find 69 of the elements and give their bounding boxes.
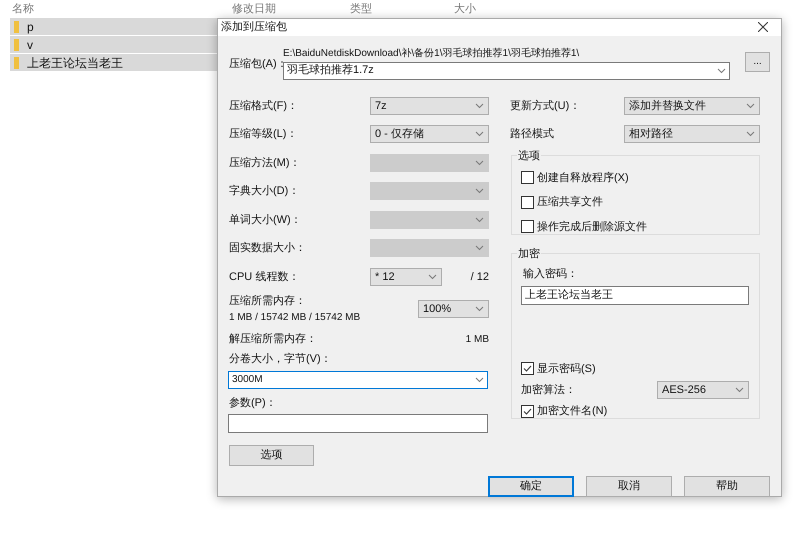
thread-total: / 12	[470, 270, 489, 284]
dropdown[interactable]: 0 - 仅存储	[370, 125, 489, 144]
checkbox[interactable]	[521, 404, 534, 418]
memory-detail: 1 MB / 15742 MB / 15742 MB	[229, 310, 360, 325]
checkbox[interactable]	[521, 362, 534, 376]
dialog-button[interactable]: 取消	[586, 476, 672, 497]
field-label: 固实数据大小：	[229, 240, 306, 256]
close-icon[interactable]	[758, 22, 768, 32]
volume-size-combobox[interactable]: 3000M	[228, 370, 488, 388]
dialog-button[interactable]: 帮助	[684, 476, 770, 497]
chevron-down-icon	[746, 131, 755, 138]
browse-button[interactable]: ...	[745, 52, 770, 72]
checkmark-icon	[523, 365, 532, 372]
folder-icon	[14, 38, 19, 50]
checkbox[interactable]	[521, 220, 534, 234]
checkbox-label: 操作完成后删除源文件	[537, 220, 647, 234]
column-header[interactable]: 类型	[350, 2, 454, 16]
chevron-down-icon	[475, 245, 484, 252]
field-label: 加密算法：	[521, 382, 576, 398]
chevron-down-icon	[475, 188, 484, 194]
memory-value: 1 MB	[466, 332, 489, 346]
field-label: 输入密码：	[523, 266, 579, 282]
field-label: 更新方式(U)：	[510, 98, 580, 114]
field-label: 压缩格式(F)：	[229, 98, 298, 114]
chevron-down-icon	[735, 387, 744, 393]
dropdown[interactable]: 相对路径	[624, 125, 760, 144]
dropdown[interactable]: AES-256	[657, 381, 749, 399]
checkbox-label: 创建自释放程序(X)	[537, 170, 629, 186]
field-label: 解压缩所需内存：	[229, 332, 317, 347]
archive-name-combobox[interactable]: 羽毛球拍推荐1.7z	[283, 62, 730, 80]
checkmark-icon	[523, 408, 532, 415]
checkbox-label: 加密文件名(N)	[537, 404, 608, 419]
options-button[interactable]: 选项	[229, 445, 314, 466]
column-header[interactable]: 修改日期	[232, 2, 350, 16]
field-label: 参数(P)：	[229, 396, 277, 408]
chevron-down-icon	[746, 102, 755, 109]
field-label: 字典大小(D)：	[229, 184, 300, 199]
checkbox[interactable]	[521, 196, 534, 209]
chevron-down-icon	[475, 306, 484, 312]
chevron-down-icon	[428, 274, 437, 280]
chevron-down-icon	[475, 376, 484, 382]
folder-icon	[14, 20, 19, 32]
chevron-down-icon	[475, 131, 484, 138]
checkbox-label: 压缩共享文件	[537, 194, 603, 210]
column-header[interactable]: 名称	[0, 2, 232, 16]
checkbox[interactable]	[521, 171, 534, 184]
dropdown[interactable]: 添加并替换文件	[624, 96, 760, 115]
field-label: 分卷大小，字节(V)：	[229, 353, 332, 365]
field-label: 单词大小(W)：	[229, 212, 302, 228]
dropdown[interactable]: 7z	[370, 96, 489, 115]
chevron-down-icon	[475, 160, 484, 166]
dropdown[interactable]: 100%	[418, 300, 489, 318]
folder-icon	[14, 56, 19, 68]
field-label: 压缩等级(L)：	[229, 126, 298, 142]
field-label: 压缩方法(M)：	[229, 156, 300, 170]
field-label: CPU 线程数：	[229, 270, 300, 282]
field-label: 路径模式	[510, 127, 554, 142]
chevron-down-icon	[717, 68, 726, 74]
field-label: 压缩包(A)：	[229, 56, 283, 70]
dropdown[interactable]: * 12	[370, 268, 442, 286]
window-title: 添加到压缩包	[221, 20, 287, 35]
checkbox-label: 显示密码(S)	[537, 362, 596, 376]
parameters-field[interactable]	[228, 414, 488, 433]
chevron-down-icon	[475, 102, 484, 109]
dialog-button[interactable]: 确定	[488, 476, 574, 497]
column-header[interactable]: 大小	[454, 2, 514, 16]
password-field[interactable]: 上老王论坛当老王	[521, 286, 749, 304]
field-label: 压缩所需内存：	[229, 294, 307, 310]
chevron-down-icon	[475, 216, 484, 223]
